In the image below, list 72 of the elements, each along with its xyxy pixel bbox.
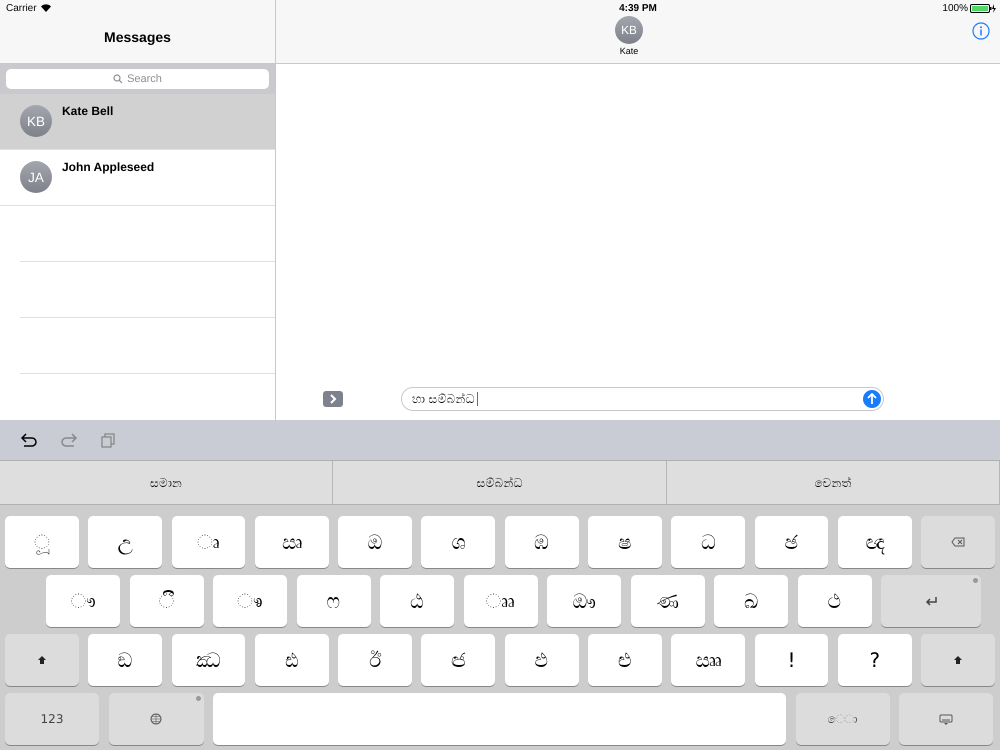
key[interactable]: ඍ — [254, 516, 329, 568]
key[interactable]: ෆ — [296, 575, 370, 627]
suggestion[interactable]: වෙනත් — [666, 461, 1000, 504]
key[interactable]: ◌ෘ — [172, 516, 246, 568]
key[interactable]: ? — [838, 634, 912, 686]
shift-icon — [36, 655, 47, 665]
avatar: JA — [20, 161, 52, 193]
numbers-key[interactable]: 123 — [5, 693, 99, 745]
contact-avatar: KB — [615, 16, 643, 44]
carrier-label: Carrier — [6, 2, 37, 14]
globe-icon — [150, 713, 162, 725]
key[interactable]: ථ — [798, 575, 872, 627]
key[interactable]: ඦ — [421, 634, 496, 686]
battery-percentage: 100% — [942, 2, 968, 14]
search-icon — [113, 74, 124, 84]
message-field[interactable]: හා සම්බන්ධ — [401, 387, 884, 411]
key[interactable]: ◌ී — [130, 575, 204, 627]
key[interactable]: ඛ — [714, 575, 788, 627]
avatar: KB — [20, 105, 52, 137]
key[interactable]: ඎ — [671, 634, 746, 686]
key[interactable]: ඔ — [338, 516, 412, 568]
key[interactable]: ඡ — [754, 516, 828, 568]
key[interactable]: ඥ — [838, 516, 912, 568]
keyboard-icon — [939, 714, 953, 724]
contact-name: Kate — [620, 46, 638, 56]
contact-name: Kate Bell — [62, 104, 114, 118]
arrow-up-icon — [867, 393, 877, 405]
expand-button[interactable] — [323, 391, 343, 407]
key[interactable]: ඞ — [88, 634, 162, 686]
shift-icon — [953, 655, 964, 665]
send-button[interactable] — [863, 390, 881, 408]
key[interactable]: ඹ — [504, 516, 579, 568]
mode-key[interactable]: ෙ◌ා — [796, 693, 890, 745]
delete-key[interactable] — [921, 516, 996, 568]
key[interactable]: උ — [88, 516, 162, 568]
wifi-icon — [40, 4, 51, 12]
key[interactable]: ◌ෟ — [46, 575, 120, 627]
return-icon — [925, 596, 937, 606]
key[interactable]: ඖ — [547, 575, 621, 627]
key[interactable]: ඵ — [504, 634, 579, 686]
shift-key[interactable] — [921, 634, 996, 686]
space-bar[interactable] — [213, 693, 786, 745]
key[interactable]: ඪ — [254, 634, 329, 686]
key[interactable]: ශ — [421, 516, 496, 568]
key[interactable]: ණ — [630, 575, 704, 627]
key[interactable]: ! — [754, 634, 828, 686]
key[interactable]: ෂ — [588, 516, 662, 568]
key[interactable]: ඨ — [380, 575, 454, 627]
key[interactable]: ◌ූ — [5, 516, 79, 568]
sidebar-title: Messages — [104, 28, 171, 44]
globe-key[interactable] — [108, 693, 204, 745]
key[interactable]: ◌ෳ — [213, 575, 287, 627]
contact-name: John Appleseed — [62, 160, 154, 174]
chevron-icon — [329, 394, 337, 404]
key[interactable]: ඊ — [338, 634, 412, 686]
key[interactable]: ළු — [588, 634, 662, 686]
delete-icon — [951, 537, 966, 547]
suggestion[interactable]: සම්බන්ධ — [333, 461, 667, 504]
conversation-item[interactable]: KB Kate Bell — [0, 94, 275, 150]
key[interactable]: ◌ෲ — [464, 575, 538, 627]
redo-icon[interactable] — [60, 432, 78, 448]
key[interactable]: ඣ — [172, 634, 246, 686]
key[interactable]: ධ — [671, 516, 746, 568]
shift-key[interactable] — [5, 634, 79, 686]
undo-icon[interactable] — [20, 432, 38, 448]
battery-icon — [970, 4, 996, 12]
hide-keyboard-key[interactable] — [899, 693, 993, 745]
info-icon[interactable] — [972, 22, 990, 40]
suggestion[interactable]: සමාන — [0, 461, 334, 504]
paste-icon[interactable] — [100, 432, 116, 448]
return-key[interactable] — [881, 575, 981, 627]
status-time: 4:39 PM — [619, 2, 657, 14]
